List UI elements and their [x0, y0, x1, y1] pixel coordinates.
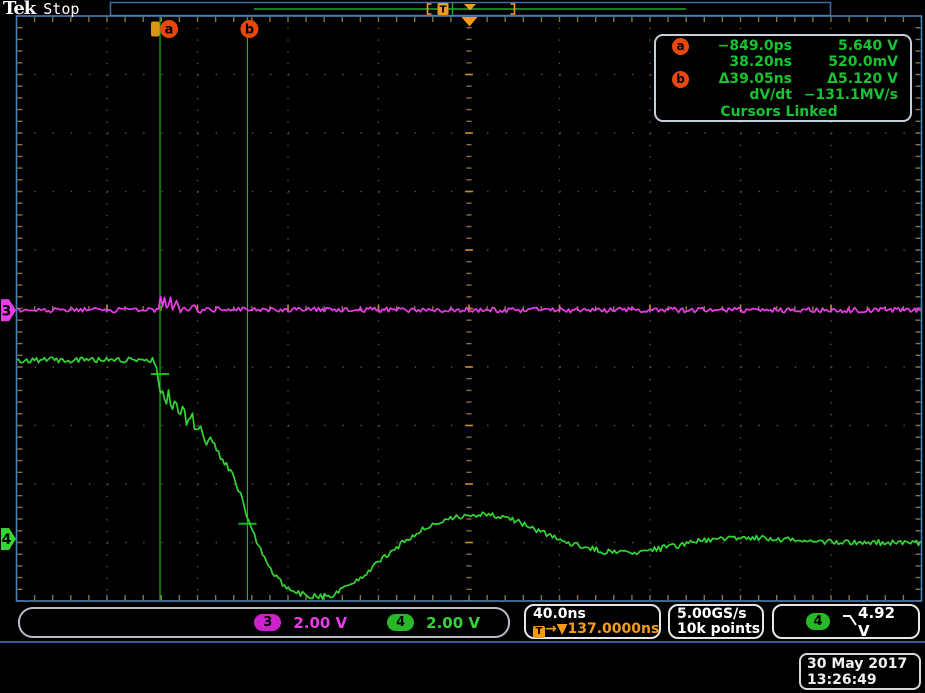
cursor-a-flag-icon[interactable]	[151, 22, 160, 37]
acquisition-status: Stop	[43, 0, 79, 18]
trigger-settings-box[interactable]: 4 4.92 V	[772, 604, 920, 639]
falling-edge-icon	[842, 613, 858, 631]
channel-4-marker-label: 4	[2, 532, 12, 548]
trigger-delay-row: T→▼137.0000ns	[533, 622, 659, 638]
channel-4-badge[interactable]: 4	[387, 614, 414, 631]
cursor-b-time: 38.20ns	[696, 54, 792, 70]
record-length: 10k points	[677, 622, 762, 637]
cursor-a-value: 5.640 V	[792, 38, 902, 54]
t-flag-icon: T	[533, 626, 545, 638]
channel-scale-bar[interactable]: 3 2.00 V 4 2.00 V	[18, 607, 510, 638]
bottom-separator	[0, 641, 925, 643]
cursor-delta-time: Δ39.05ns	[696, 71, 792, 87]
channel-3-badge[interactable]: 3	[254, 614, 281, 631]
record-view-bar[interactable]: T	[111, 3, 831, 16]
acquisition-box[interactable]: 5.00GS/s 10k points	[668, 604, 764, 639]
cursor-a-label: a	[165, 23, 174, 38]
ch4-trace	[17, 357, 921, 599]
dvdt-label: dV/dt	[696, 87, 792, 103]
timebase-scale: 40.0ns	[533, 607, 659, 622]
trigger-t-flag-label: T	[440, 5, 447, 16]
triangle-down-icon: ▼	[557, 621, 568, 637]
channel-3-scale: 2.00 V	[293, 614, 347, 632]
dvdt-value: −131.1MV/s	[792, 87, 902, 103]
cursor-b-label: b	[245, 23, 254, 38]
arrow-right-icon: →	[545, 621, 557, 637]
header: Tek Stop	[3, 0, 79, 19]
cursor-readout-box: a −849.0ps 5.640 V 38.20ns 520.0mV b Δ39…	[654, 34, 912, 122]
trigger-source-badge: 4	[806, 613, 830, 630]
cursor-b-value: 520.0mV	[792, 54, 902, 70]
time-value: 13:26:49	[807, 672, 919, 688]
cursor-delta-value: Δ5.120 V	[792, 71, 902, 87]
channel-4-scale: 2.00 V	[426, 614, 480, 632]
tek-logo: Tek	[3, 0, 35, 19]
horizontal-settings-box[interactable]: 40.0ns T→▼137.0000ns	[524, 604, 661, 639]
sample-rate: 5.00GS/s	[677, 607, 762, 622]
cursor-a-badge[interactable]: a	[672, 38, 689, 55]
channel-markers[interactable]: 34	[1, 299, 16, 550]
trigger-level: 4.92 V	[858, 604, 906, 640]
trigger-position-marker-icon[interactable]	[462, 17, 478, 27]
cursor-b-badge[interactable]: b	[672, 71, 689, 88]
channel-3-marker-label: 3	[2, 303, 12, 319]
trigger-delay-value: 137.0000ns	[568, 621, 660, 637]
date-value: 30 May 2017	[807, 656, 919, 672]
datetime-box: 30 May 2017 13:26:49	[799, 653, 921, 690]
cursors-linked-status: Cursors Linked	[656, 104, 902, 120]
cursor-a-time: −849.0ps	[696, 38, 792, 54]
